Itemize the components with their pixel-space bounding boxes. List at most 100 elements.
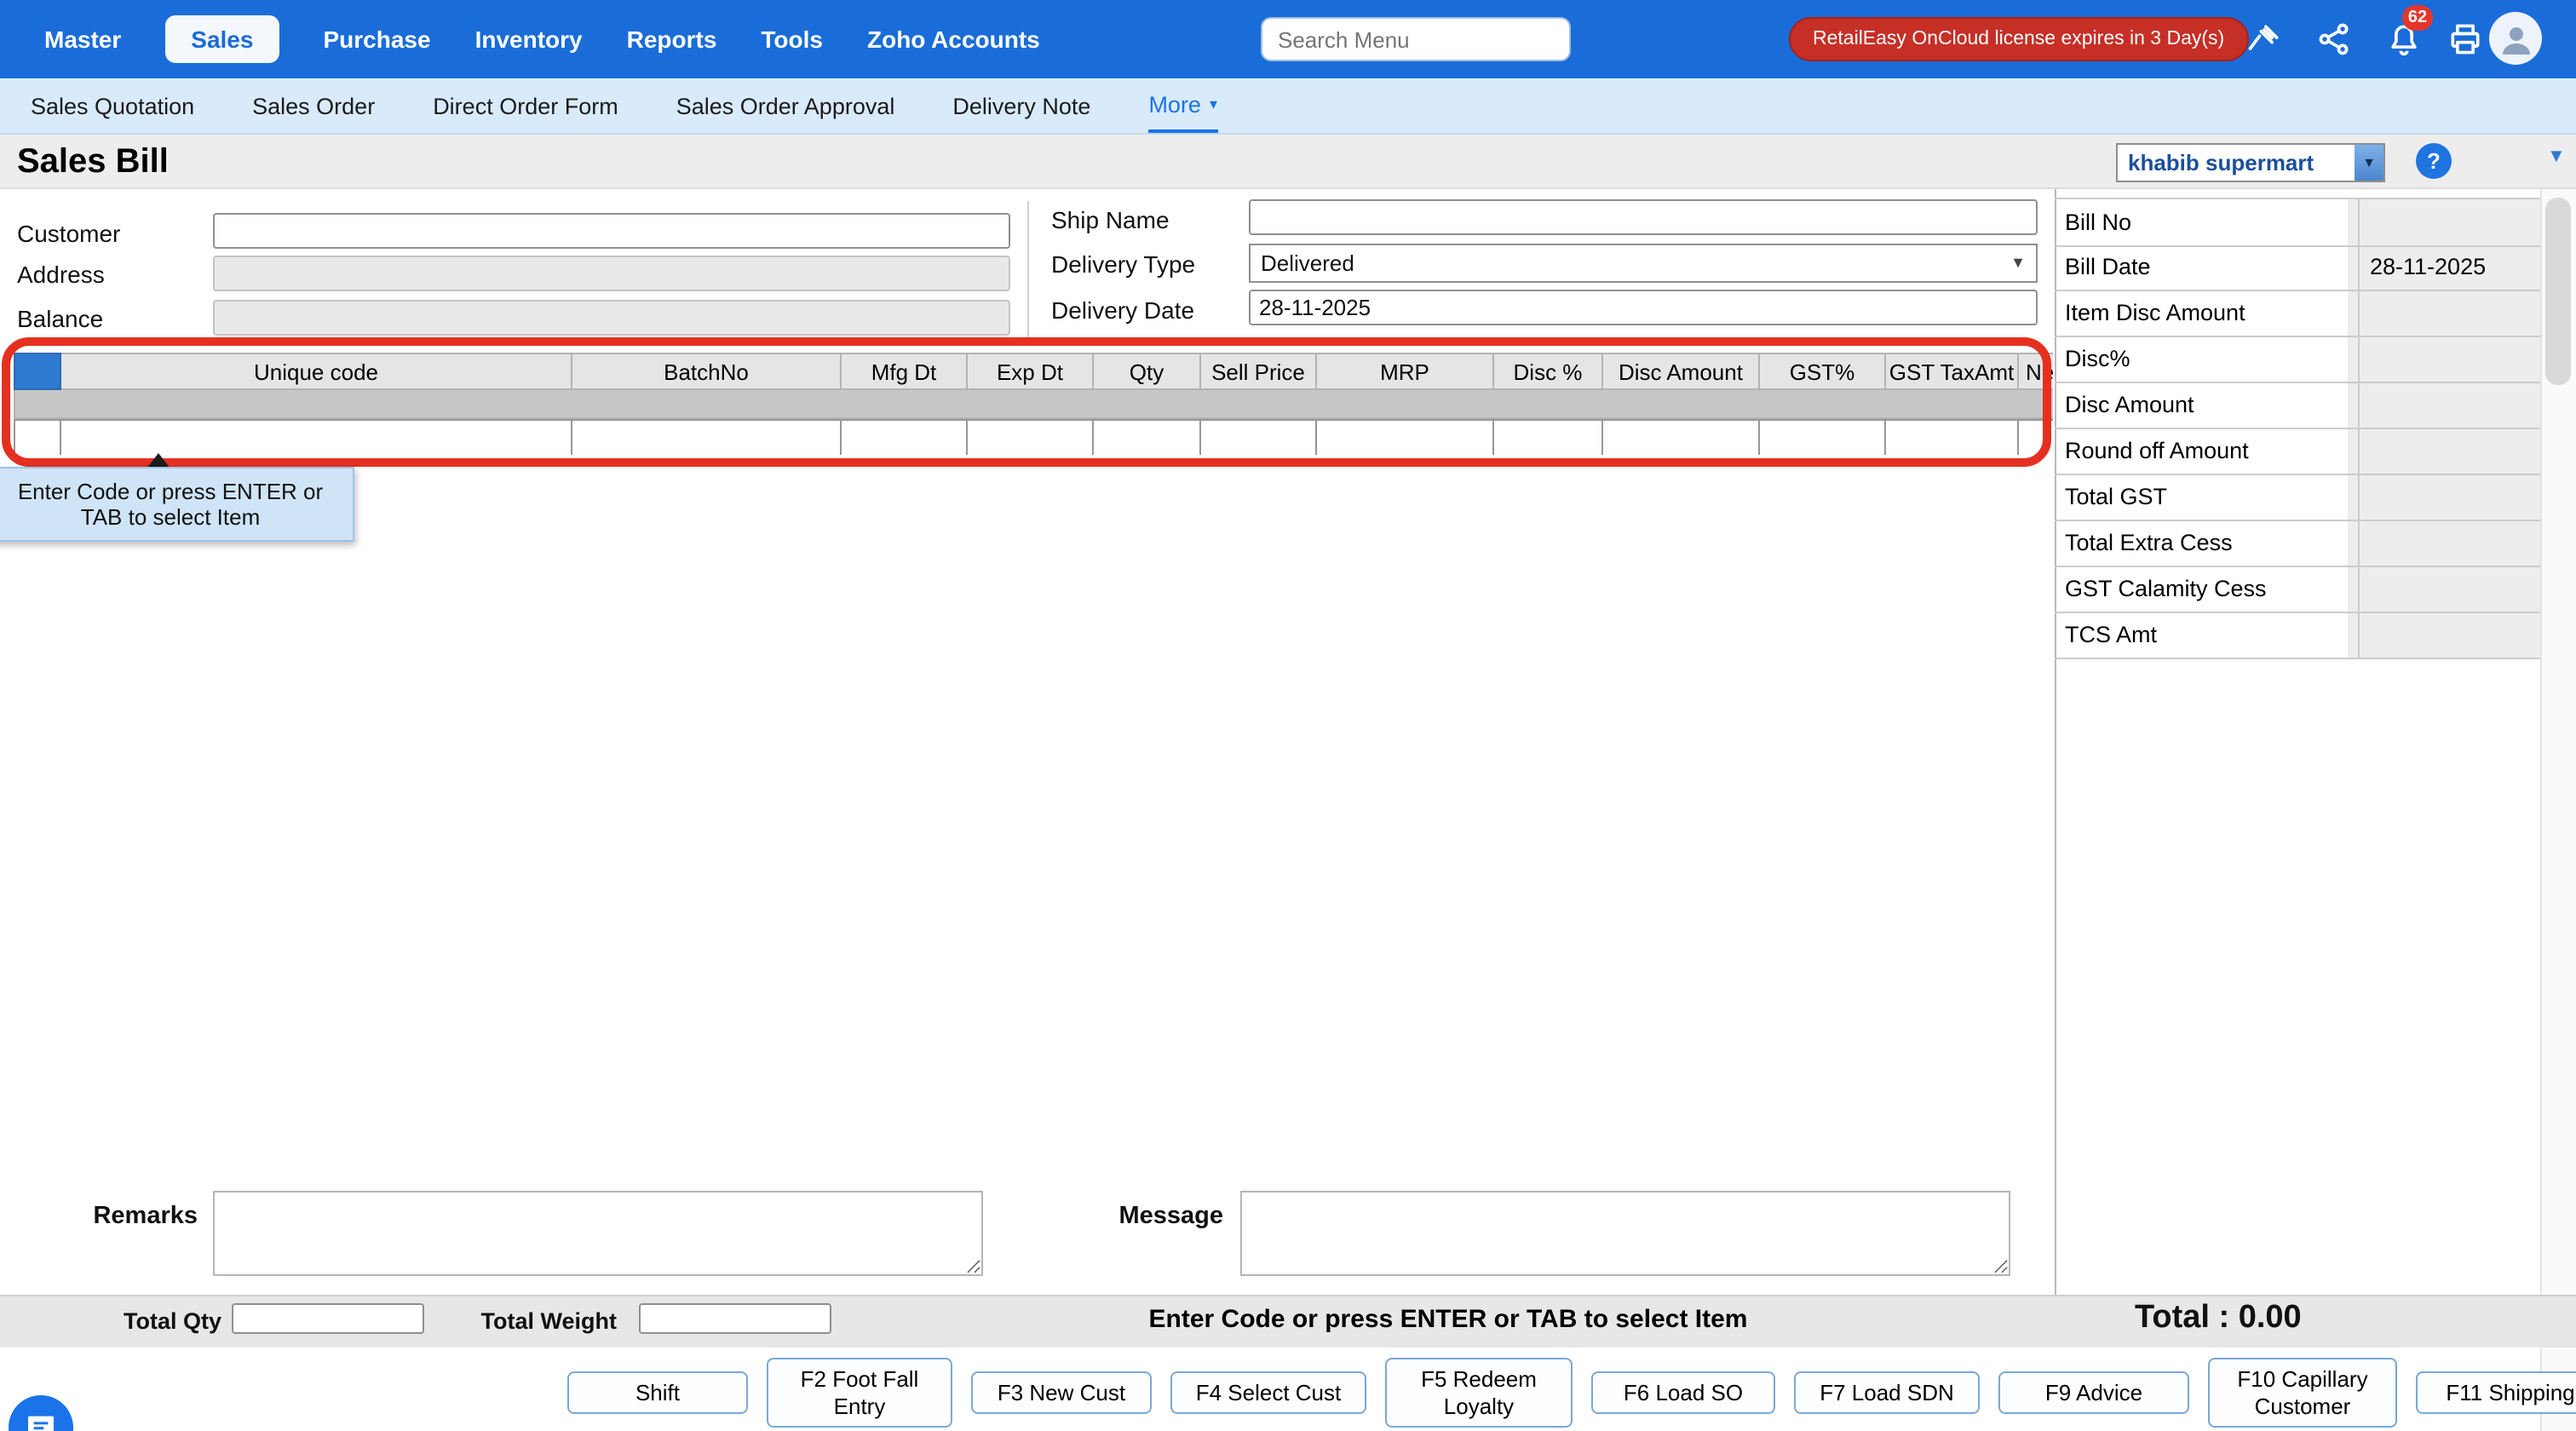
tab-sales-order[interactable]: Sales Order [252, 78, 375, 133]
summary-value [2360, 336, 2540, 382]
printer-icon[interactable] [2447, 20, 2484, 58]
customer-label: Customer [17, 220, 120, 247]
total-qty-label: Total Qty [48, 1308, 221, 1334]
col-net-amount[interactable]: Ne [2019, 353, 2053, 390]
notification-count-badge: 62 [2402, 5, 2433, 31]
cell-row-selector[interactable] [14, 419, 61, 455]
function-button-row: Shift F2 Foot Fall Entry F3 New Cust F4 … [567, 1358, 2576, 1428]
tab-delivery-note[interactable]: Delivery Note [952, 78, 1090, 133]
app-root: Master Sales Purchase Inventory Reports … [0, 0, 2576, 1431]
help-icon[interactable]: ? [2416, 143, 2452, 179]
f2-foot-fall-entry-button[interactable]: F2 Foot Fall Entry [767, 1358, 952, 1428]
summary-row-item-disc-amount: Item Disc Amount [2055, 290, 2540, 337]
f11-shipping-button[interactable]: F11 Shipping [2416, 1371, 2576, 1415]
grid-row-selector-header[interactable] [14, 353, 61, 390]
f7-load-sdn-button[interactable]: F7 Load SDN [1794, 1371, 1980, 1415]
message-textarea[interactable] [1240, 1191, 2010, 1276]
user-avatar[interactable] [2489, 12, 2542, 65]
col-unique-code[interactable]: Unique code [61, 353, 572, 390]
shift-button[interactable]: Shift [567, 1371, 748, 1415]
summary-row-bill-date: Bill Date 28-11-2025 [2055, 244, 2540, 291]
license-expiry-badge[interactable]: RetailEasy OnCloud license expires in 3 … [1789, 17, 2248, 61]
col-gst-taxamt[interactable]: GST TaxAmt [1886, 353, 2019, 390]
summary-value: 28-11-2025 [2360, 244, 2540, 290]
f4-select-cust-button[interactable]: F4 Select Cust [1170, 1371, 1366, 1415]
item-grid: Unique code BatchNo Mfg Dt Exp Dt Qty Se… [14, 353, 2053, 455]
f5-redeem-loyalty-button[interactable]: F5 Redeem Loyalty [1385, 1358, 1573, 1428]
address-input [213, 256, 1010, 291]
col-disc-amount[interactable]: Disc Amount [1603, 353, 1760, 390]
tab-direct-order-form[interactable]: Direct Order Form [433, 78, 618, 133]
delivery-type-select[interactable]: Delivered ▼ [1249, 244, 2038, 283]
top-navigation-bar: Master Sales Purchase Inventory Reports … [0, 0, 2576, 78]
summary-row-bill-no: Bill No [2055, 198, 2540, 247]
balance-input [213, 300, 1010, 336]
f10-capillary-customer-button[interactable]: F10 Capillary Customer [2208, 1358, 2397, 1428]
cell-mrp[interactable] [1317, 419, 1494, 455]
tab-more[interactable]: More ▾ [1148, 78, 1217, 133]
cell-disc-percent[interactable] [1494, 419, 1603, 455]
summary-row-gst-calamity-cess: GST Calamity Cess [2055, 566, 2540, 613]
cell-unique-code[interactable] [61, 419, 572, 455]
summary-row-total-extra-cess: Total Extra Cess [2055, 520, 2540, 567]
menu-item-tools[interactable]: Tools [761, 26, 823, 53]
menu-item-inventory[interactable]: Inventory [475, 26, 583, 53]
menu-item-purchase[interactable]: Purchase [323, 26, 430, 53]
summary-label: Item Disc Amount [2055, 290, 2360, 336]
chat-bubble-icon[interactable] [9, 1395, 73, 1431]
remarks-textarea[interactable] [213, 1191, 983, 1276]
summary-label: Disc% [2055, 336, 2360, 382]
store-selector-dropdown[interactable]: khabib supermart ▼ [2116, 143, 2385, 182]
col-batch-no[interactable]: BatchNo [572, 353, 842, 390]
f3-new-cust-button[interactable]: F3 New Cust [971, 1371, 1152, 1415]
menu-item-zoho-accounts[interactable]: Zoho Accounts [867, 26, 1040, 53]
message-label: Message [1073, 1203, 1223, 1230]
gavel-icon[interactable] [2245, 20, 2283, 58]
total-qty-input[interactable] [232, 1303, 424, 1334]
f6-load-so-button[interactable]: F6 Load SO [1591, 1371, 1775, 1415]
menu-item-master[interactable]: Master [44, 26, 121, 53]
tab-sales-quotation[interactable]: Sales Quotation [31, 78, 194, 133]
share-network-icon[interactable] [2315, 20, 2353, 58]
balance-label: Balance [17, 305, 103, 332]
col-mfg-dt[interactable]: Mfg Dt [842, 353, 968, 390]
panel-dropdown-arrow-icon[interactable]: ▼ [2547, 147, 2566, 167]
menu-item-reports[interactable]: Reports [627, 26, 717, 53]
scrollbar-thumb[interactable] [2545, 198, 2571, 385]
col-mrp[interactable]: MRP [1317, 353, 1494, 390]
f9-advice-button[interactable]: F9 Advice [1998, 1371, 2189, 1415]
ship-name-input[interactable] [1249, 199, 2038, 235]
col-qty[interactable]: Qty [1094, 353, 1201, 390]
main-menu: Master Sales Purchase Inventory Reports … [0, 15, 1040, 63]
customer-input[interactable] [213, 213, 1010, 249]
cell-net-amount[interactable] [2019, 419, 2053, 455]
summary-label: TCS Amt [2055, 612, 2360, 658]
delivery-date-input[interactable] [1249, 290, 2038, 325]
summary-value [2360, 199, 2540, 245]
search-input[interactable] [1261, 17, 1571, 61]
col-exp-dt[interactable]: Exp Dt [968, 353, 1094, 390]
menu-item-sales[interactable]: Sales [165, 15, 279, 63]
summary-label: Bill Date [2055, 244, 2360, 290]
cell-mfg-dt[interactable] [842, 419, 968, 455]
col-gst-percent[interactable]: GST% [1760, 353, 1886, 390]
delivery-date-label: Delivery Date [1051, 296, 1194, 324]
summary-value [2360, 428, 2540, 474]
grid-spacer-row [14, 390, 2053, 419]
col-disc-percent[interactable]: Disc % [1494, 353, 1603, 390]
cell-gst-percent[interactable] [1760, 419, 1886, 455]
cell-sell-price[interactable] [1201, 419, 1317, 455]
cell-qty[interactable] [1094, 419, 1201, 455]
dropdown-arrow-icon[interactable]: ▼ [2355, 145, 2383, 181]
total-weight-input[interactable] [639, 1303, 831, 1334]
cell-batch-no[interactable] [572, 419, 842, 455]
cell-disc-amount[interactable] [1603, 419, 1760, 455]
tab-sales-order-approval[interactable]: Sales Order Approval [676, 78, 895, 133]
col-sell-price[interactable]: Sell Price [1201, 353, 1317, 390]
chevron-down-icon: ▼ [2010, 256, 2026, 271]
summary-value [2360, 566, 2540, 612]
cell-gst-taxamt[interactable] [1886, 419, 2019, 455]
item-grid-header: Unique code BatchNo Mfg Dt Exp Dt Qty Se… [14, 353, 2053, 390]
cell-exp-dt[interactable] [968, 419, 1094, 455]
remarks-label: Remarks [34, 1203, 198, 1230]
